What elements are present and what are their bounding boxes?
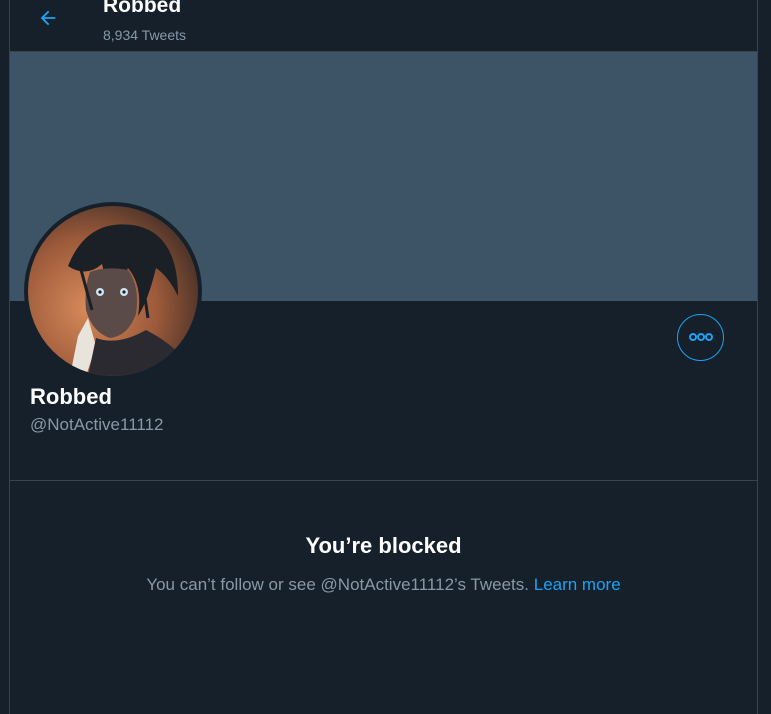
back-arrow-icon [37,7,59,34]
back-button[interactable] [30,2,66,38]
more-options-icon [688,329,714,347]
avatar-image [28,206,198,376]
blocked-description-text: You can’t follow or see @NotActive11112’… [146,575,529,594]
blocked-description: You can’t follow or see @NotActive11112’… [10,575,757,595]
tweet-count: 8,934 Tweets [103,27,187,43]
section-divider [10,480,757,481]
profile-page: Robbed 8,934 Tweets Robbed @NotActive111… [0,0,771,714]
learn-more-link[interactable]: Learn more [534,575,621,594]
header-title: Robbed [103,0,182,17]
profile-handle: @NotActive11112 [30,415,164,434]
profile-header: Robbed 8,934 Tweets [10,0,757,52]
main-column: Robbed 8,934 Tweets Robbed @NotActive111… [9,0,758,714]
blocked-title: You’re blocked [305,533,462,558]
more-options-button[interactable] [677,314,724,361]
avatar[interactable] [24,202,202,380]
profile-name: Robbed [30,384,112,409]
